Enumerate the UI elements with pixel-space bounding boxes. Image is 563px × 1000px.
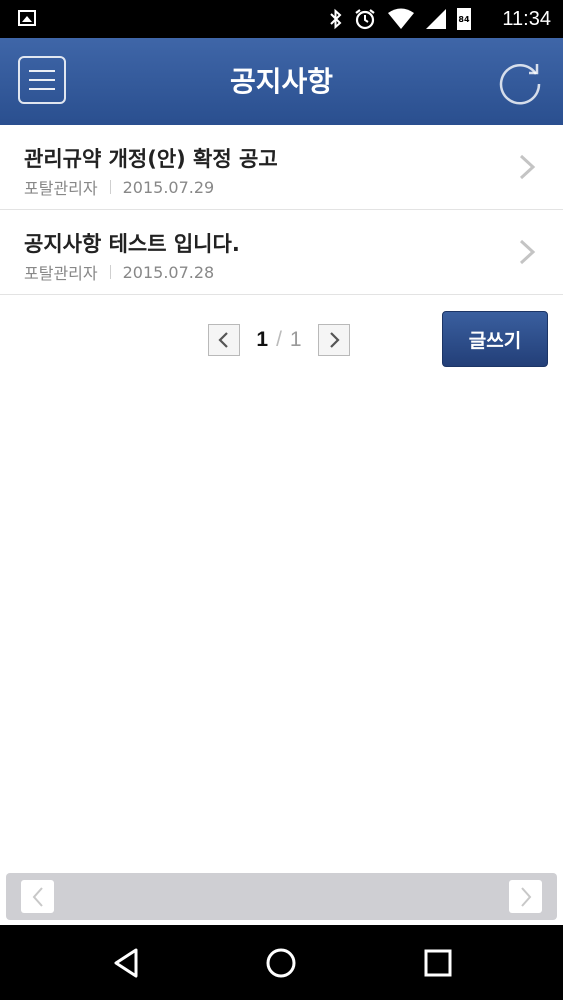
- status-icons: 84: [329, 7, 471, 31]
- chevron-left-icon: [218, 332, 228, 348]
- notice-list: 관리규약 개정(안) 확정 공고 포탈관리자 2015.07.29 공지사항 테…: [0, 125, 563, 295]
- notice-title: 관리규약 개정(안) 확정 공고: [24, 147, 278, 171]
- back-button[interactable]: [21, 880, 54, 913]
- image-notification-icon: [18, 10, 36, 26]
- home-circle-icon[interactable]: [263, 945, 299, 981]
- chevron-right-icon: [330, 332, 340, 348]
- pagination: 1 / 1: [208, 323, 350, 357]
- meta-divider: [109, 265, 111, 279]
- alarm-icon: [355, 9, 375, 30]
- app-header: 공지사항: [0, 38, 563, 125]
- refresh-icon[interactable]: [495, 58, 545, 108]
- notice-meta: 포탈관리자 2015.07.29: [24, 175, 214, 199]
- wifi-icon: [388, 8, 414, 29]
- meta-divider: [109, 180, 111, 194]
- notice-date: 2015.07.28: [122, 262, 215, 282]
- page-title: 공지사항: [229, 65, 334, 98]
- system-navigation-bar: [0, 925, 563, 1000]
- notice-item[interactable]: 공지사항 테스트 입니다. 포탈관리자 2015.07.28: [0, 210, 563, 295]
- web-navigation-bar: [6, 873, 557, 920]
- write-button[interactable]: 글쓰기: [442, 311, 548, 367]
- notice-item[interactable]: 관리규약 개정(안) 확정 공고 포탈관리자 2015.07.29: [0, 125, 563, 210]
- notice-date: 2015.07.29: [122, 177, 215, 197]
- notice-author: 포탈관리자: [24, 264, 98, 283]
- forward-button[interactable]: [509, 880, 542, 913]
- signal-icon: [426, 9, 446, 29]
- current-page: 1: [256, 328, 269, 351]
- battery-icon: 84: [457, 8, 471, 30]
- total-pages: 1: [289, 328, 302, 351]
- notice-meta: 포탈관리자 2015.07.28: [24, 260, 214, 284]
- battery-level: 84: [458, 15, 470, 24]
- page-separator: /: [276, 328, 282, 351]
- prev-page-button[interactable]: [208, 324, 240, 356]
- back-triangle-icon[interactable]: [108, 945, 144, 981]
- page-indicator: 1 / 1: [240, 328, 318, 352]
- recent-apps-square-icon[interactable]: [420, 945, 456, 981]
- next-page-button[interactable]: [318, 324, 350, 356]
- chevron-right-icon: [519, 154, 536, 180]
- chevron-right-icon: [520, 886, 531, 907]
- status-bar: 84 11:34: [0, 0, 563, 38]
- chevron-left-icon: [32, 886, 43, 907]
- notice-title: 공지사항 테스트 입니다.: [24, 232, 240, 256]
- bluetooth-icon: [330, 8, 342, 30]
- chevron-right-icon: [519, 239, 536, 265]
- notice-author: 포탈관리자: [24, 179, 98, 198]
- clock: 11:34: [502, 8, 551, 30]
